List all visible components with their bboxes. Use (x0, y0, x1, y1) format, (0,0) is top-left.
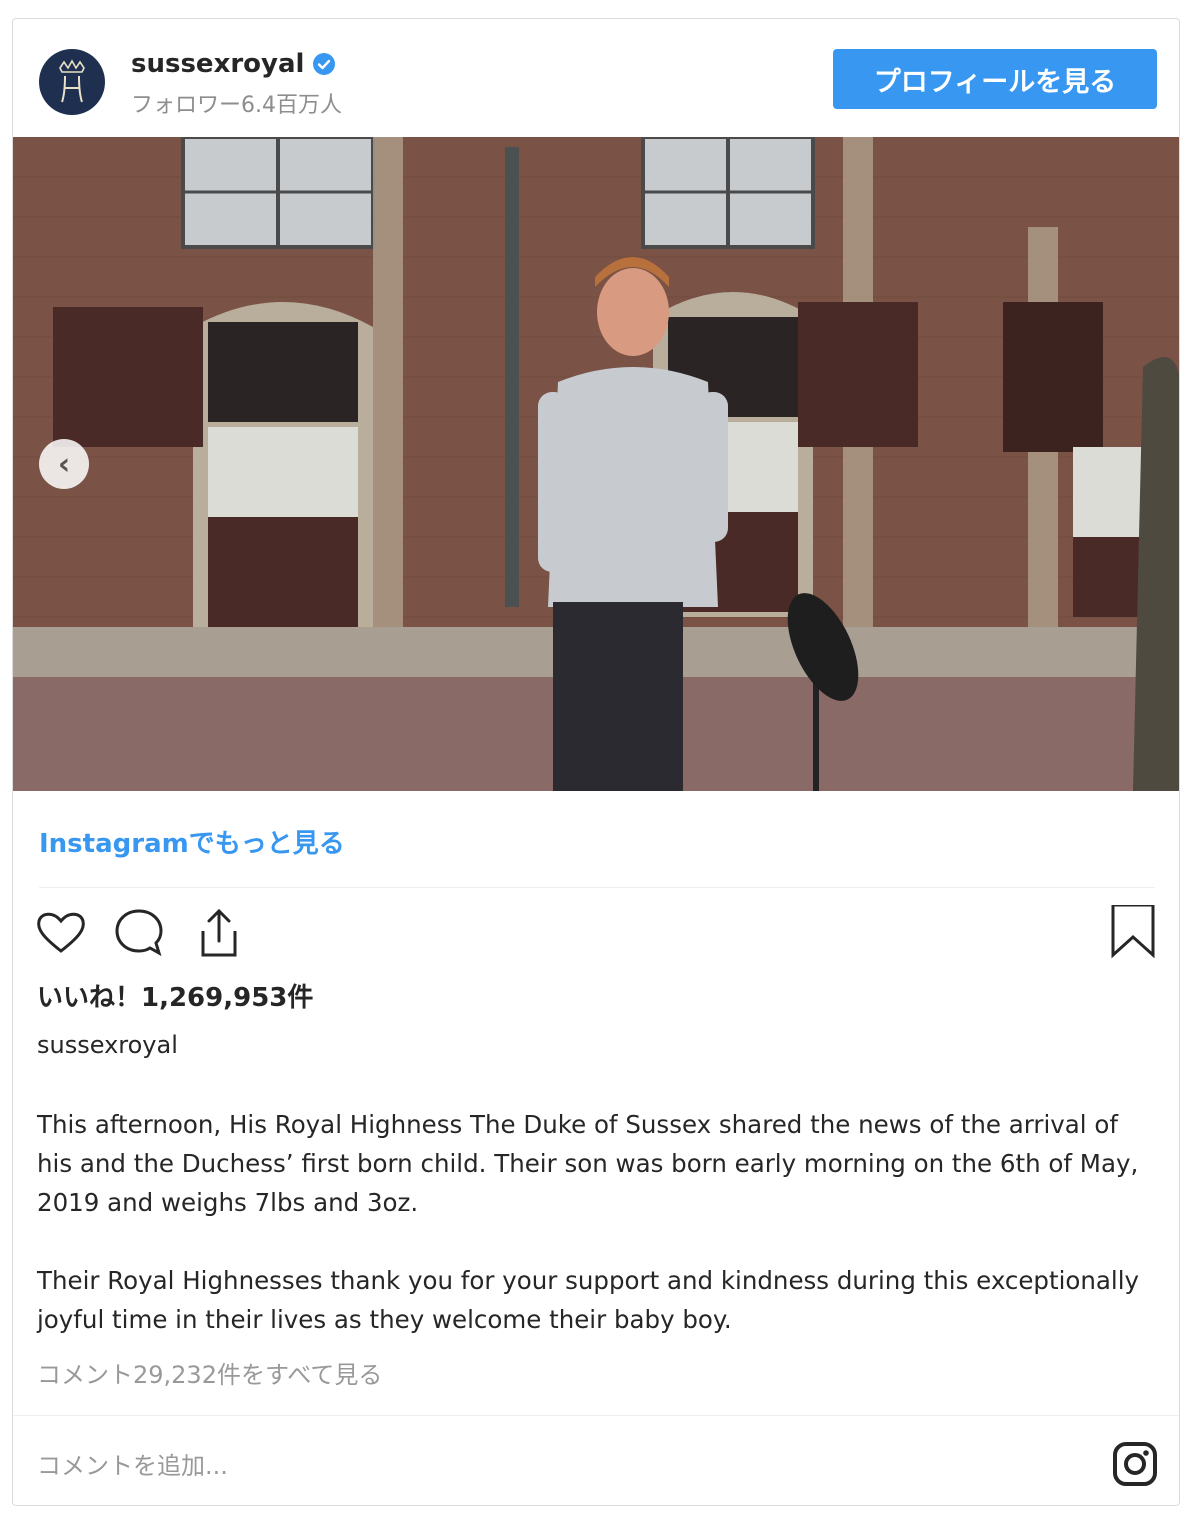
previous-slide-button[interactable]: ‹ (39, 439, 89, 489)
caption-username[interactable]: sussexroyal (37, 1031, 178, 1059)
view-all-comments-link[interactable]: コメント29,232件をすべて見る (37, 1355, 382, 1390)
view-profile-button[interactable]: プロフィールを見る (833, 49, 1157, 109)
monogram-logo-icon (59, 59, 85, 103)
verified-badge-icon (313, 53, 336, 75)
caption-text: This afternoon, His Royal Highness The D… (37, 1105, 1157, 1378)
caption-paragraph: Their Royal Highnesses thank you for you… (37, 1266, 1140, 1334)
caption-paragraph: This afternoon, His Royal Highness The D… (37, 1110, 1139, 1217)
instagram-embed-card: sussexroyal フォロワー6.4百万人 プロフィールを見る ‹ Inst… (12, 18, 1180, 1506)
username-row: sussexroyal (131, 49, 336, 79)
instagram-logo-icon[interactable] (1111, 1440, 1159, 1488)
post-photo[interactable]: ‹ (13, 137, 1179, 791)
action-bar (33, 905, 1161, 969)
comment-icon[interactable] (111, 905, 167, 961)
share-icon[interactable] (191, 905, 247, 961)
like-count[interactable]: いいね！1,269,953件 (37, 977, 313, 1014)
post-image (13, 137, 1179, 791)
username[interactable]: sussexroyal (131, 49, 304, 79)
follower-count: フォロワー6.4百万人 (131, 93, 342, 118)
post-header: sussexroyal フォロワー6.4百万人 プロフィールを見る (13, 19, 1179, 137)
comment-bar: コメントを追加... (13, 1415, 1179, 1505)
bookmark-icon[interactable] (1105, 905, 1161, 961)
comment-input[interactable]: コメントを追加... (37, 1446, 228, 1481)
chevron-left-icon: ‹ (57, 446, 71, 482)
heart-icon[interactable] (33, 905, 89, 961)
avatar[interactable] (39, 49, 105, 115)
divider (39, 887, 1155, 888)
more-on-instagram-link[interactable]: Instagramでもっと見る (39, 823, 345, 860)
